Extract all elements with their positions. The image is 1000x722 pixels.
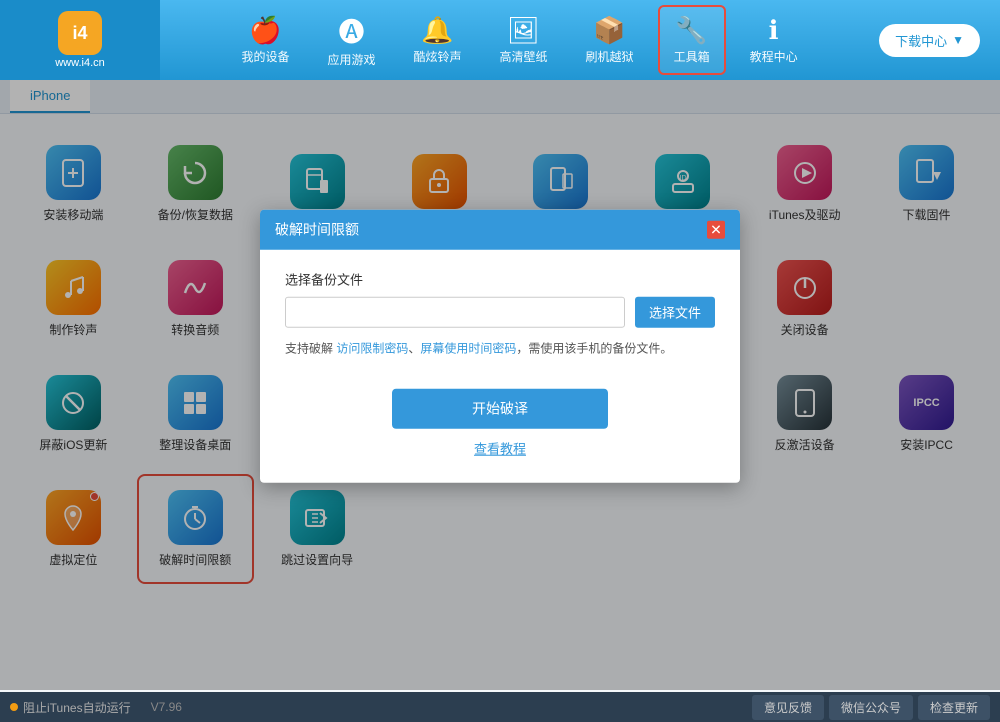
wrench-icon: 🔧 bbox=[675, 15, 707, 46]
info-icon: ℹ bbox=[769, 15, 779, 46]
update-button[interactable]: 检查更新 bbox=[918, 695, 990, 720]
tutorial-label: 查看教程 bbox=[474, 442, 526, 457]
apple-icon: 🍎 bbox=[249, 15, 281, 46]
start-decrypt-label: 开始破译 bbox=[472, 401, 528, 417]
sidebar-item-tutorial[interactable]: ℹ 教程中心 bbox=[736, 7, 812, 73]
dialog-input-row: 选择文件 bbox=[285, 297, 715, 328]
sidebar-item-my-device[interactable]: 🍎 我的设备 bbox=[227, 7, 303, 73]
sidebar-item-toolbox[interactable]: 🔧 工具箱 bbox=[658, 5, 726, 75]
nav-items: 🍎 我的设备 🅐 应用游戏 🔔 酷炫铃声 🖼 高清壁纸 📦 刷机越狱 🔧 工具箱… bbox=[160, 4, 879, 76]
nav-label-jailbreak: 刷机越狱 bbox=[586, 48, 634, 65]
status-bar: 阻止iTunes自动运行 V7.96 意见反馈 微信公众号 检查更新 bbox=[0, 692, 1000, 722]
dialog-header: 破解时间限额 ✕ bbox=[260, 210, 740, 250]
sidebar-item-app-game[interactable]: 🅐 应用游戏 bbox=[314, 4, 390, 76]
sidebar-item-jailbreak[interactable]: 📦 刷机越狱 bbox=[572, 7, 648, 73]
sidebar-item-wallpaper[interactable]: 🖼 高清壁纸 bbox=[486, 7, 562, 73]
feedback-button[interactable]: 意见反馈 bbox=[752, 695, 824, 720]
nav-label-tutorial: 教程中心 bbox=[750, 48, 798, 65]
start-decrypt-button[interactable]: 开始破译 bbox=[392, 389, 608, 429]
nav-label-ringtone: 酷炫铃声 bbox=[414, 48, 462, 65]
status-right: 意见反馈 微信公众号 检查更新 bbox=[752, 695, 990, 720]
logo-area: i4 www.i4.cn bbox=[0, 0, 160, 80]
dialog-hint: 支持破解 访问限制密码、屏幕使用时间密码，需使用该手机的备份文件。 bbox=[285, 340, 715, 359]
sidebar-item-ringtone[interactable]: 🔔 酷炫铃声 bbox=[400, 7, 476, 73]
download-center-button[interactable]: 下载中心 ▼ bbox=[879, 24, 980, 57]
nav-label-toolbox: 工具箱 bbox=[674, 48, 710, 65]
select-file-label: 选择文件 bbox=[649, 306, 701, 321]
nav-label-app-game: 应用游戏 bbox=[328, 51, 376, 68]
download-label: 下载中心 bbox=[895, 31, 947, 50]
nav-label-wallpaper: 高清壁纸 bbox=[500, 48, 548, 65]
status-text: 阻止iTunes自动运行 bbox=[23, 699, 131, 716]
dialog-close-button[interactable]: ✕ bbox=[707, 221, 725, 239]
dialog-title: 破解时间限额 bbox=[275, 220, 359, 240]
view-tutorial-link[interactable]: 查看教程 bbox=[474, 439, 526, 458]
dialog-section-label: 选择备份文件 bbox=[285, 270, 715, 289]
box-icon: 📦 bbox=[593, 15, 625, 46]
status-dot bbox=[10, 703, 18, 711]
app-icon: 🅐 bbox=[339, 12, 365, 49]
backup-file-input[interactable] bbox=[285, 297, 625, 328]
header: i4 www.i4.cn 🍎 我的设备 🅐 应用游戏 🔔 酷炫铃声 🖼 高清壁纸… bbox=[0, 0, 1000, 80]
dialog-break-time-limit: 破解时间限额 ✕ 选择备份文件 选择文件 支持破解 访问限制密码、屏幕使用时间密… bbox=[260, 210, 740, 483]
status-left: 阻止iTunes自动运行 bbox=[10, 699, 131, 716]
download-arrow-icon: ▼ bbox=[952, 33, 964, 47]
logo-icon: i4 bbox=[58, 11, 102, 55]
wechat-button[interactable]: 微信公众号 bbox=[829, 695, 913, 720]
nav-label-my-device: 我的设备 bbox=[241, 48, 289, 65]
logo-text: www.i4.cn bbox=[55, 57, 105, 69]
hint-link-access[interactable]: 访问限制密码 bbox=[336, 342, 408, 356]
wallpaper-icon: 🖼 bbox=[507, 15, 540, 46]
bell-icon: 🔔 bbox=[421, 15, 453, 46]
select-file-button[interactable]: 选择文件 bbox=[635, 297, 715, 328]
svg-text:i4: i4 bbox=[72, 23, 87, 43]
version-text: V7.96 bbox=[151, 700, 182, 714]
hint-link-screen[interactable]: 屏幕使用时间密码 bbox=[420, 342, 516, 356]
dialog-body: 选择备份文件 选择文件 支持破解 访问限制密码、屏幕使用时间密码，需使用该手机的… bbox=[260, 250, 740, 483]
dialog-actions: 开始破译 查看教程 bbox=[285, 379, 715, 463]
